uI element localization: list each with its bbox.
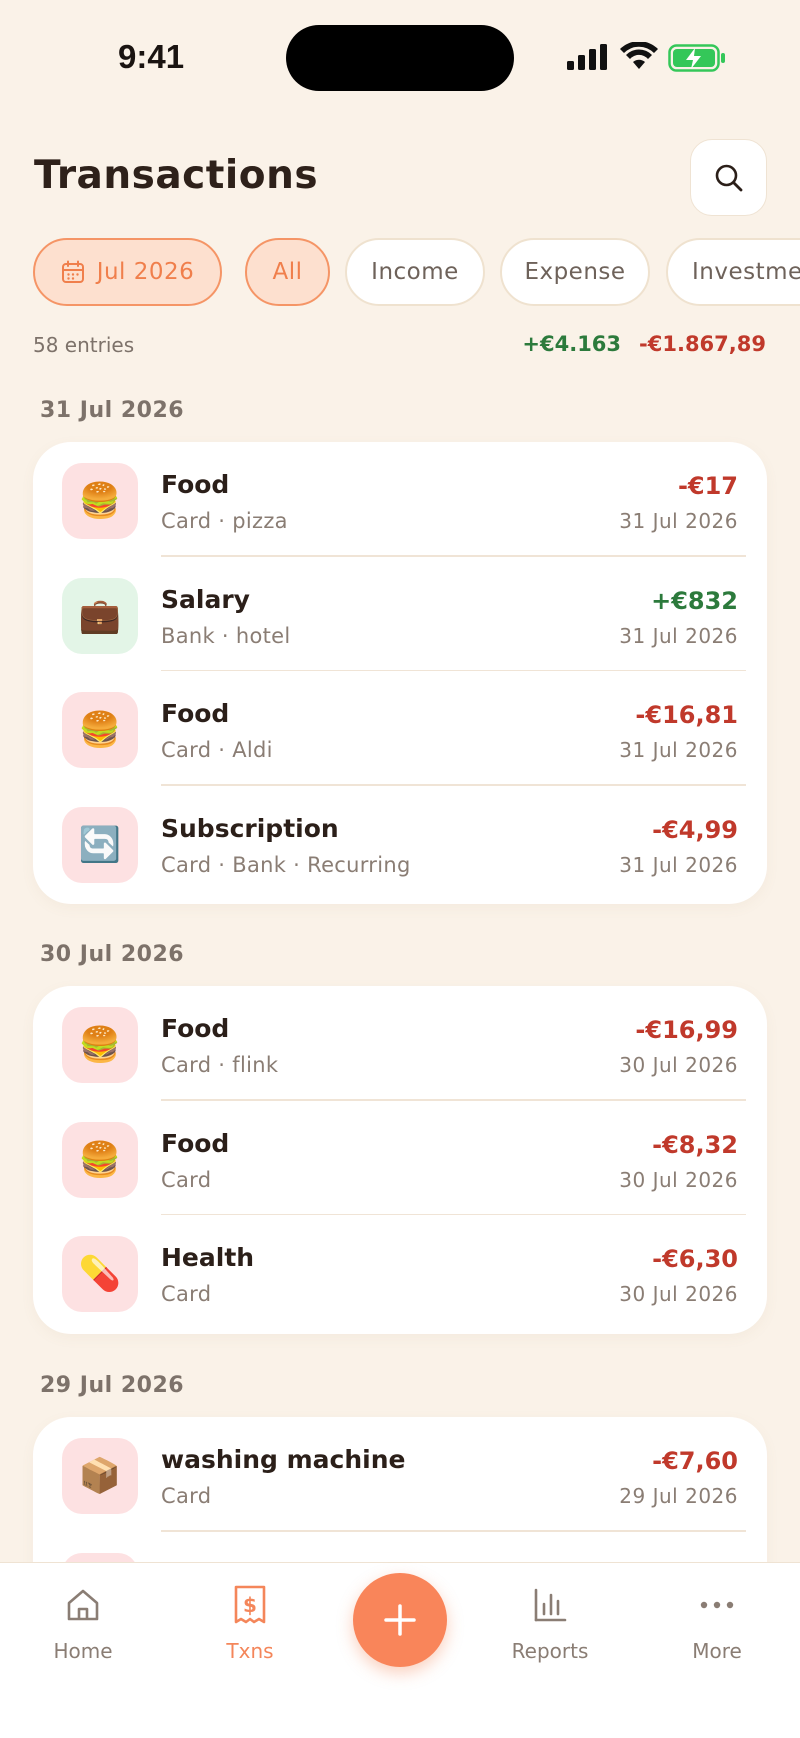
signal-icon (567, 44, 607, 70)
dynamic-island (286, 25, 514, 91)
transaction-details: Bank · hotel (161, 623, 291, 648)
transaction-group-card: 🍔 Food Card · flink -€16,99 30 Jul 2026 … (33, 986, 767, 1334)
transaction-row[interactable]: 🍔 Food Card · flink -€16,99 30 Jul 2026 (33, 986, 767, 1101)
date-header: 30 Jul 2026 (40, 942, 185, 967)
nav-home[interactable]: Home (28, 1583, 138, 1663)
transaction-category: Salary (161, 584, 250, 614)
entries-count: 58 entries (33, 333, 135, 357)
transaction-amount: -€16,99 (635, 1016, 738, 1044)
date-header: 29 Jul 2026 (40, 1373, 185, 1398)
transaction-row[interactable]: 🍔 Food Card · Aldi -€16,81 31 Jul 2026 (33, 671, 767, 786)
nav-reports-label: Reports (511, 1639, 589, 1663)
more-icon (700, 1601, 734, 1609)
transaction-amount: -€4,99 (652, 815, 738, 844)
home-icon (67, 1589, 99, 1621)
transaction-category: Health (161, 1243, 255, 1272)
transaction-details: Card · flink (161, 1053, 279, 1077)
burger-icon: 🍔 (62, 463, 138, 539)
transaction-amount: -€16,81 (635, 701, 738, 729)
burger-icon: 🍔 (62, 1121, 138, 1198)
nav-reports[interactable]: Reports (495, 1583, 605, 1663)
burger-icon: 🍔 (62, 692, 138, 768)
transaction-category: Subscription (161, 813, 339, 843)
transaction-row[interactable]: 🔄 Subscription Card · Bank · Recurring -… (33, 786, 767, 901)
nav-txns-label: Txns (226, 1639, 274, 1663)
expense-total: -€1.867,89 (639, 332, 766, 356)
filter-chips: Jul 2026 All Income Expense Investme (33, 238, 800, 308)
transaction-date: 31 Jul 2026 (619, 738, 738, 762)
transaction-date: 30 Jul 2026 (619, 1282, 738, 1306)
wifi-icon (620, 42, 658, 69)
transaction-details: Card (161, 1484, 212, 1508)
transaction-date: 31 Jul 2026 (619, 509, 738, 533)
transaction-details: Card · pizza (161, 509, 288, 533)
transaction-category: Food (161, 1128, 230, 1158)
nav-txns[interactable]: $ Txns (195, 1583, 305, 1663)
nav-more[interactable]: More (662, 1583, 772, 1663)
transaction-category: Food (161, 699, 230, 728)
page-title: Transactions (34, 153, 319, 198)
month-filter-label: Jul 2026 (96, 259, 195, 285)
transaction-row[interactable]: 📦 washing machine Card -€7,60 29 Jul 202… (33, 1417, 767, 1532)
bar-chart-icon (534, 1588, 567, 1622)
transaction-row[interactable]: 🍔 Food Card · pizza -€17 31 Jul 2026 (33, 442, 767, 557)
transaction-amount: -€8,32 (652, 1130, 738, 1159)
search-button[interactable] (690, 139, 767, 216)
chip-expense[interactable]: Expense (500, 238, 650, 306)
plus-icon (384, 1604, 416, 1636)
receipt-icon: $ (234, 1585, 266, 1624)
nav-home-label: Home (53, 1639, 113, 1663)
transaction-details: Card · Bank · Recurring (161, 852, 411, 877)
transaction-row[interactable]: 💼 Salary Bank · hotel +€832 31 Jul 2026 (33, 557, 767, 671)
transaction-category: Food (161, 1014, 230, 1043)
transaction-category: washing machine (161, 1445, 406, 1474)
totals: +€4.163 -€1.867,89 (522, 332, 766, 356)
transaction-date: 31 Jul 2026 (619, 852, 738, 877)
package-icon: 📦 (62, 1438, 138, 1514)
transaction-category: Food (161, 470, 230, 499)
pill-icon: 💊 (62, 1236, 138, 1312)
transaction-details: Card (161, 1282, 212, 1306)
add-transaction-button[interactable] (353, 1573, 447, 1667)
transaction-details: Card (161, 1167, 212, 1192)
transaction-row[interactable]: 🍔 Food Card -€8,32 30 Jul 2026 (33, 1101, 767, 1215)
calendar-icon (61, 260, 84, 283)
bottom-nav: Home $ Txns Reports More (0, 1562, 800, 1738)
recurring-icon: 🔄 (62, 806, 138, 883)
burger-icon: 🍔 (62, 1007, 138, 1083)
month-filter-chip[interactable]: Jul 2026 (33, 238, 222, 306)
status-bar: 9:41 (0, 0, 800, 120)
chip-income[interactable]: Income (345, 238, 485, 306)
income-total: +€4.163 (522, 332, 622, 356)
transaction-date: 29 Jul 2026 (619, 1484, 738, 1508)
chip-investment[interactable]: Investme (666, 238, 800, 306)
transaction-date: 30 Jul 2026 (619, 1167, 738, 1192)
search-icon (715, 164, 742, 191)
chip-all[interactable]: All (245, 238, 330, 306)
date-header: 31 Jul 2026 (40, 398, 185, 423)
transaction-date: 30 Jul 2026 (619, 1053, 738, 1077)
transaction-amount: -€7,60 (652, 1447, 738, 1475)
status-time: 9:41 (118, 38, 185, 75)
transaction-row[interactable]: 💊 Health Card -€6,30 30 Jul 2026 (33, 1215, 767, 1330)
svg-text:$: $ (243, 1593, 257, 1617)
battery-charging-icon (668, 44, 725, 72)
transaction-amount: -€6,30 (652, 1245, 738, 1273)
briefcase-icon: 💼 (62, 577, 138, 654)
transaction-date: 31 Jul 2026 (619, 623, 738, 648)
transaction-amount: +€832 (651, 586, 738, 615)
transaction-group-card: 🍔 Food Card · pizza -€17 31 Jul 2026 💼 S… (33, 442, 767, 904)
nav-more-label: More (692, 1639, 742, 1663)
transaction-amount: -€17 (677, 472, 738, 500)
transaction-details: Card · Aldi (161, 738, 273, 762)
